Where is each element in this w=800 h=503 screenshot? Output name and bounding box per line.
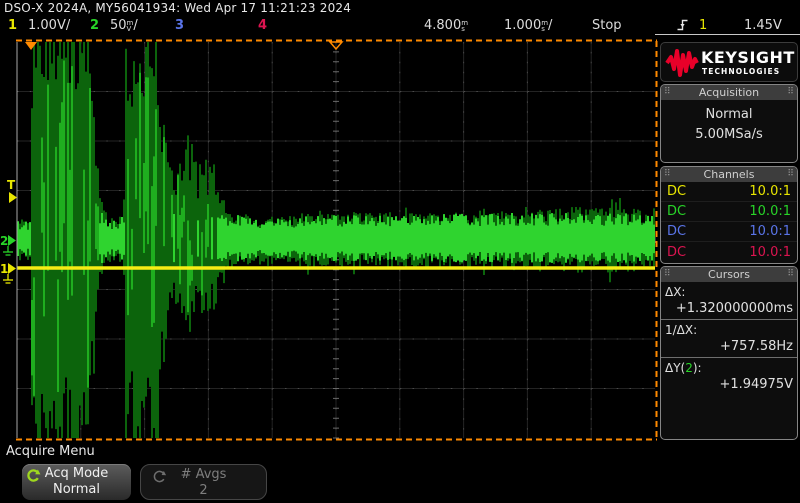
ch4-probe: 10.0:1 [749, 245, 791, 260]
ch2-ref-label: 2 [0, 234, 8, 248]
cycle-icon [152, 469, 167, 484]
sidebar: KEYSIGHT TECHNOLOGIES ⠿ Acquisition ⠿ No… [660, 42, 798, 440]
menu-title: Acquire Menu [6, 444, 95, 459]
channel3-row[interactable]: DC 10.0:1 [661, 222, 797, 242]
grip-icon: ⠿ [787, 170, 794, 179]
grip-icon: ⠿ [787, 88, 794, 97]
ch3-number[interactable]: 3 [175, 18, 184, 33]
instrument-title: DSO-X 2024A, MY56041934: Wed Apr 17 11:2… [4, 1, 351, 15]
grip-icon: ⠿ [664, 88, 671, 97]
status-bar: 1 1.00V/ 2 50mV/ 3 4 4.800ms 1.000ms/ St… [0, 17, 800, 34]
ch4-coupling: DC [667, 245, 686, 260]
waveform-display[interactable]: T 2 1 [0, 38, 660, 444]
channels-panel-header[interactable]: ⠿ Channels ⠿ [661, 167, 797, 182]
ch1-number[interactable]: 1 [8, 18, 17, 33]
grip-icon: ⠿ [664, 170, 671, 179]
grip-icon: ⠿ [787, 270, 794, 279]
oscilloscope-screen: DSO-X 2024A, MY56041934: Wed Apr 17 11:2… [0, 0, 800, 503]
run-state: Stop [592, 18, 622, 33]
ch1-probe: 10.0:1 [749, 184, 791, 199]
keysight-logo: KEYSIGHT TECHNOLOGIES [660, 42, 798, 82]
trigger-level[interactable]: 1.45V [744, 18, 782, 33]
channels-title: Channels [704, 168, 755, 181]
timebase-scale[interactable]: 1.000ms/ [504, 18, 552, 33]
ch4-number[interactable]: 4 [258, 18, 267, 33]
acquisition-title: Acquisition [699, 86, 759, 99]
logo-sub-text: TECHNOLOGIES [702, 67, 780, 76]
sample-rate: 5.00MSa/s [661, 127, 797, 142]
cycle-icon [26, 468, 41, 483]
waveform-svg: T 2 1 [0, 38, 660, 444]
channel1-row[interactable]: DC 10.0:1 [661, 182, 797, 202]
horizontal-delay[interactable]: 4.800ms [424, 18, 468, 33]
ch2-coupling: DC [667, 204, 686, 219]
softkey-value: Normal [22, 482, 131, 497]
trigger-edge-icon [676, 18, 689, 32]
cursors-panel: ⠿ Cursors ⠿ ΔX: +1.320000000ms 1/ΔX: +75… [660, 266, 798, 440]
acquisition-panel: ⠿ Acquisition ⠿ Normal 5.00MSa/s [660, 84, 798, 163]
trigger-source[interactable]: 1 [699, 18, 707, 33]
logo-brand-text: KEYSIGHT [701, 48, 795, 67]
softkey-value: 2 [141, 483, 266, 498]
inverse-delta-x-value: +757.58Hz [661, 337, 797, 357]
delta-x-value: +1.320000000ms [661, 299, 797, 319]
ch2-scale[interactable]: 50mV/ [110, 18, 138, 33]
trigger-section-underline [655, 34, 800, 35]
ch1-ref-label: 1 [0, 262, 8, 276]
delta-x-label: ΔX: [661, 282, 797, 299]
softkey-num-avgs[interactable]: # Avgs 2 [140, 464, 267, 500]
keysight-spark-icon [664, 45, 700, 81]
ch3-coupling: DC [667, 224, 686, 239]
channel2-row[interactable]: DC 10.0:1 [661, 202, 797, 222]
ch2-probe: 10.0:1 [749, 204, 791, 219]
grip-icon: ⠿ [664, 270, 671, 279]
acquisition-mode: Normal [661, 107, 797, 122]
cursors-panel-header[interactable]: ⠿ Cursors ⠿ [661, 267, 797, 282]
cursors-title: Cursors [708, 268, 750, 281]
ch2-number[interactable]: 2 [90, 18, 99, 33]
channel4-row[interactable]: DC 10.0:1 [661, 242, 797, 262]
ch1-scale[interactable]: 1.00V/ [28, 18, 70, 33]
inverse-delta-x-label: 1/ΔX: [661, 320, 797, 337]
trigger-level-marker[interactable] [9, 192, 17, 203]
ch3-probe: 10.0:1 [749, 224, 791, 239]
acquisition-panel-header[interactable]: ⠿ Acquisition ⠿ [661, 85, 797, 100]
channels-panel: ⠿ Channels ⠿ DC 10.0:1 DC 10.0:1 DC 10.0… [660, 166, 798, 264]
ch1-ref-marker[interactable] [8, 263, 16, 274]
trigger-time-marker[interactable] [25, 42, 37, 50]
softkey-acq-mode[interactable]: Acq Mode Normal [22, 464, 131, 500]
delta-y-label: ΔY(2): [661, 358, 797, 375]
trigger-level-label: T [7, 178, 16, 192]
delta-y-value: +1.94975V [661, 375, 797, 395]
ch1-coupling: DC [667, 184, 686, 199]
ch2-ref-marker[interactable] [8, 235, 16, 246]
